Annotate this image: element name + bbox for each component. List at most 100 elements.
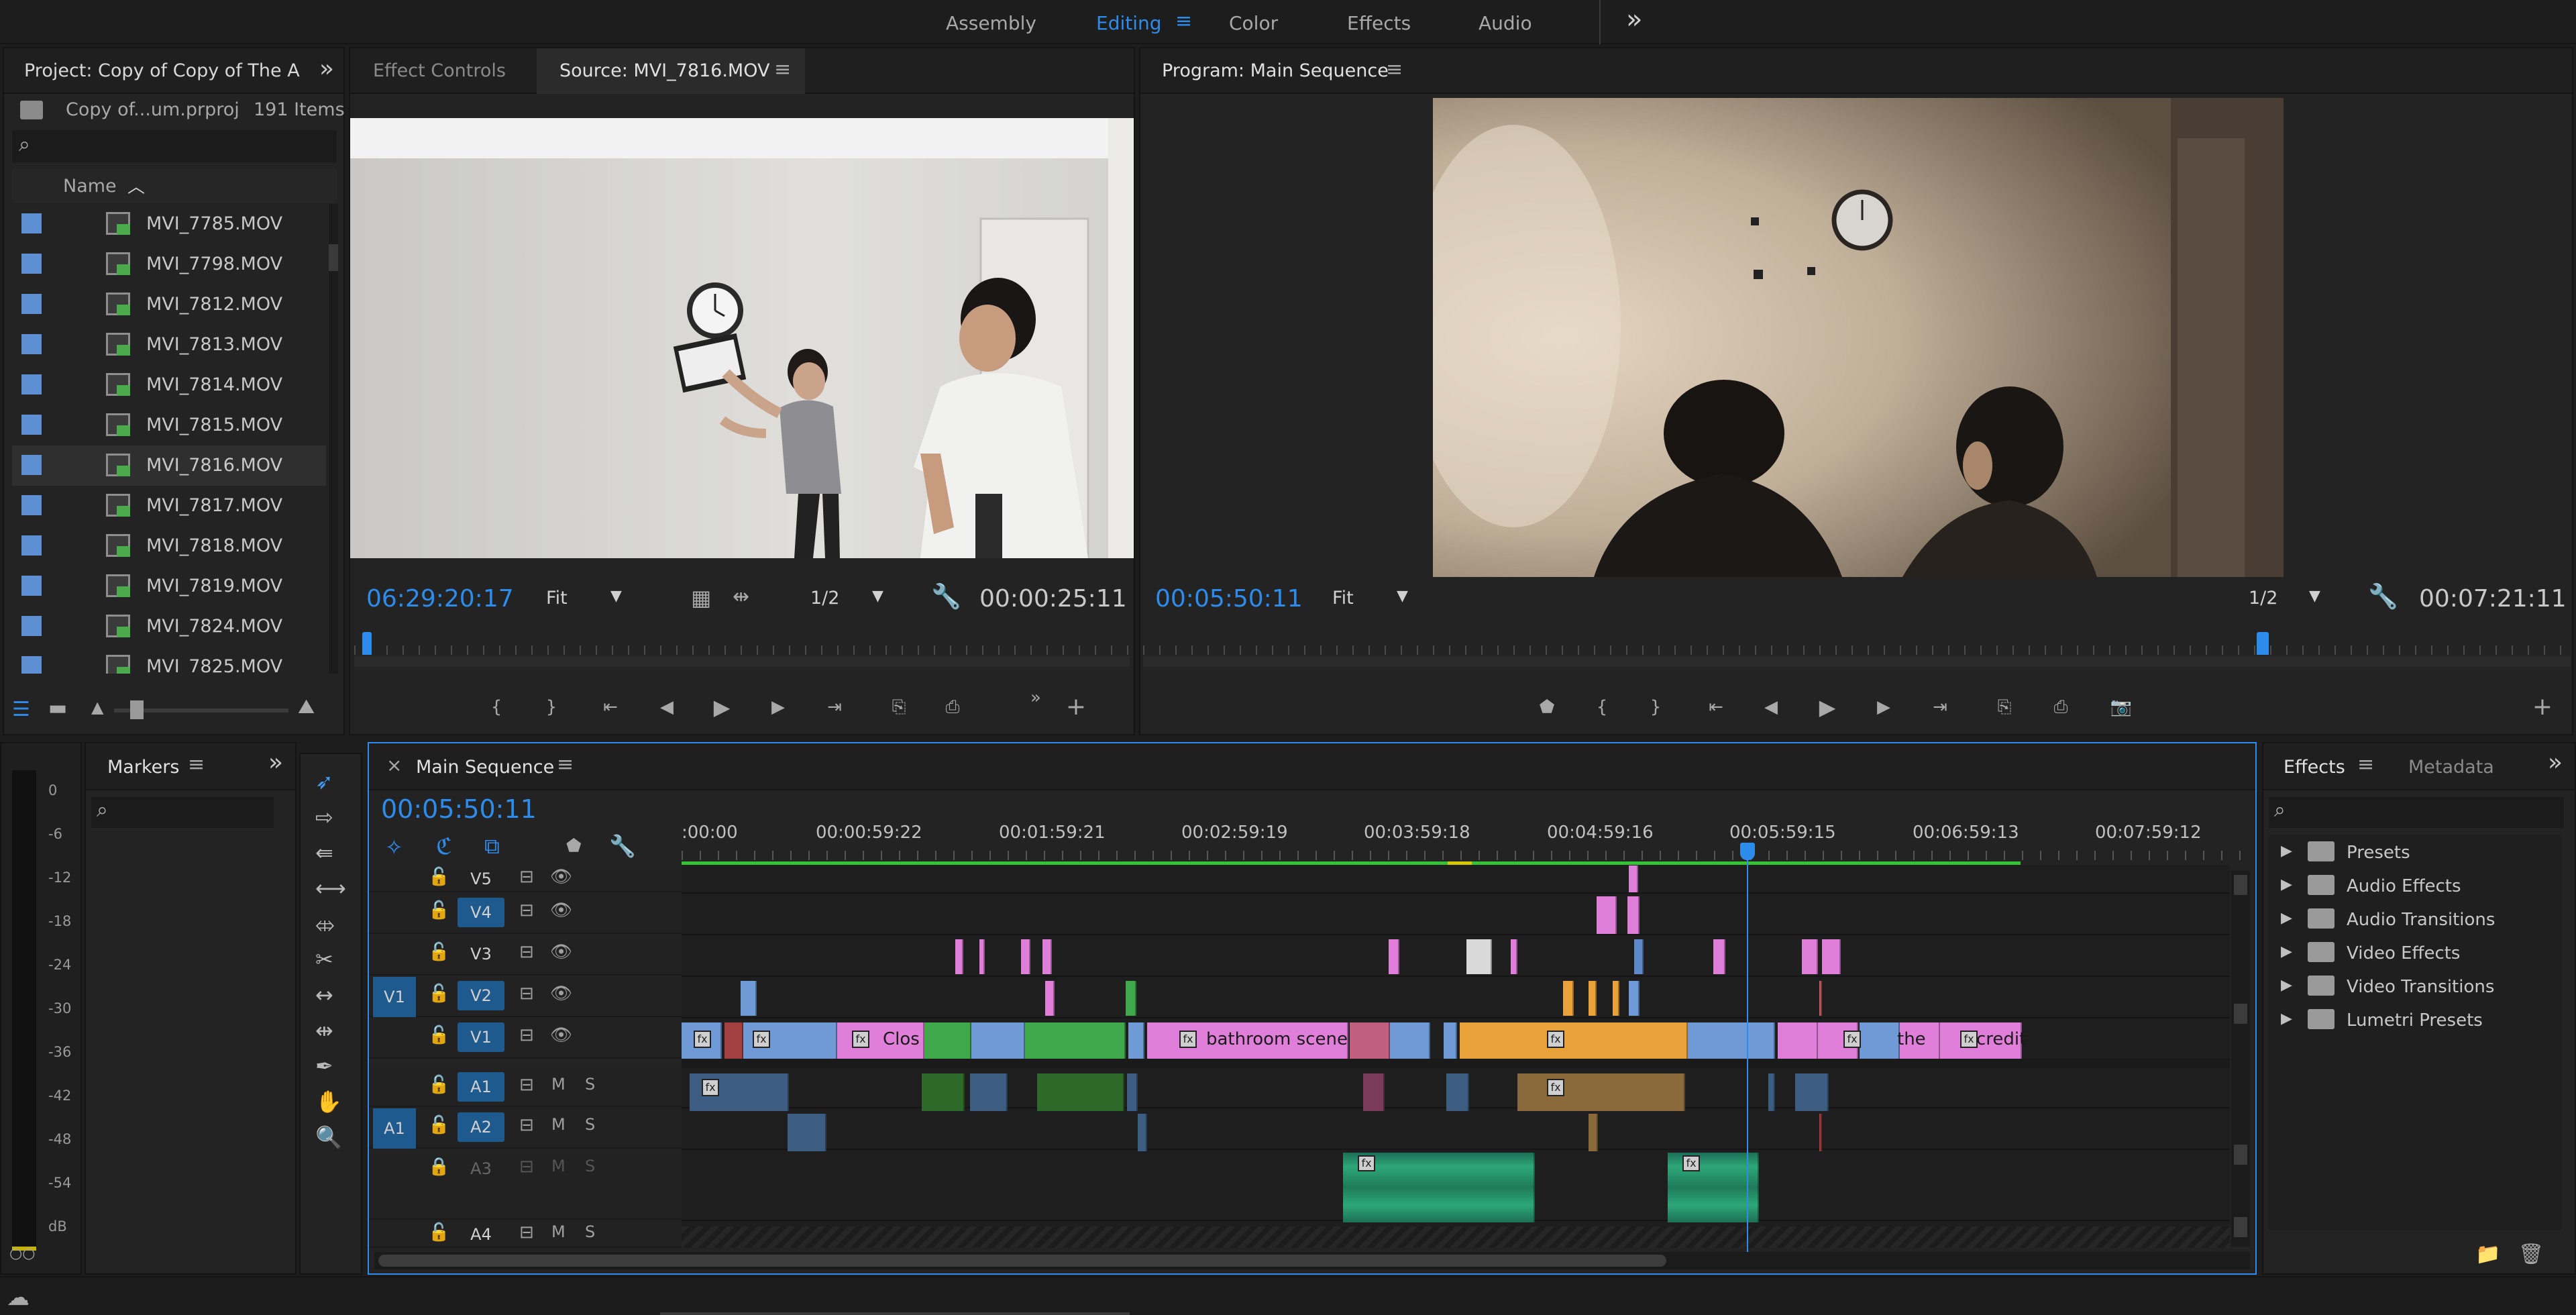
track-select-icon[interactable]: ⇨ (315, 804, 333, 830)
lock-icon[interactable]: 🔒 (428, 1157, 449, 1177)
pen-icon[interactable]: ✒ (315, 1053, 333, 1079)
selection-tool-icon[interactable]: ➶ (315, 769, 333, 794)
tab-effects[interactable]: Effects (2284, 757, 2345, 778)
timeline-clip[interactable] (1444, 1022, 1457, 1059)
workspace-tab-audio[interactable]: Audio (1479, 12, 1532, 34)
timeline-clip[interactable] (924, 1022, 971, 1059)
mark-out-icon[interactable]: } (537, 692, 566, 722)
source-time-ruler[interactable] (354, 632, 1130, 670)
effects-folder-item[interactable]: ▶ Audio Transitions (2269, 902, 2561, 935)
disclosure-triangle-icon[interactable]: ▶ (2281, 943, 2292, 960)
lock-icon[interactable]: 🔓 (428, 1222, 449, 1243)
timeline-clip[interactable] (1713, 939, 1725, 974)
timeline-clip[interactable] (1778, 1022, 1818, 1059)
effects-folder-item[interactable]: ▶ Audio Effects (2269, 868, 2561, 902)
add-button-icon[interactable]: + (1061, 692, 1091, 722)
list-item[interactable]: MVI_7816.MOV (12, 445, 326, 486)
timeline-clip[interactable] (1822, 939, 1841, 974)
close-icon[interactable]: × (386, 754, 402, 776)
rolling-edit-icon[interactable]: ⟷ (315, 876, 346, 901)
source-resolution-dropdown[interactable]: 1/2 ▼ (800, 582, 900, 613)
timeline-playhead-handle[interactable] (1740, 843, 1755, 860)
mute-button[interactable]: M (551, 1157, 566, 1175)
eye-icon[interactable]: 👁 (550, 942, 572, 962)
lock-icon[interactable]: 🔓 (428, 984, 449, 1004)
timeline-clip[interactable] (1589, 981, 1597, 1016)
step-forward-icon[interactable]: ▶︎ (1869, 692, 1898, 722)
lift-icon[interactable]: ⎘ (1990, 692, 2019, 722)
timeline-clip[interactable] (1629, 981, 1640, 1016)
zoom-in-icon[interactable]: ⛰ (298, 695, 315, 719)
timeline-clip[interactable]: fx (1343, 1153, 1535, 1222)
step-back-icon[interactable]: ◀︎ (1756, 692, 1786, 722)
insert-overwrite-icon[interactable]: ⇹ (733, 585, 749, 609)
icon-view-icon[interactable]: ▬ (48, 696, 67, 720)
voiceover-icon[interactable]: ⊟ (519, 1075, 534, 1095)
sequence-tab[interactable]: Main Sequence (416, 757, 554, 778)
go-to-in-icon[interactable]: ⇤ (1701, 692, 1731, 722)
column-header[interactable]: Name ︿ (12, 169, 337, 203)
scrollbar[interactable] (329, 204, 338, 674)
file-name[interactable]: MVI_7816.MOV (146, 455, 282, 476)
sequence-menu-icon[interactable]: ≡ (557, 753, 574, 776)
workspace-tab-color[interactable]: Color (1229, 12, 1278, 34)
panel-more-icon[interactable]: » (268, 749, 283, 776)
file-name[interactable]: MVI_7819.MOV (146, 576, 282, 596)
timeline-clip[interactable] (1688, 1022, 1775, 1059)
program-timecode[interactable]: 00:05:50:11 (1155, 585, 1303, 613)
panel-more-icon[interactable]: » (319, 55, 334, 83)
play-icon[interactable]: ▶ (707, 692, 737, 722)
timeline-clip[interactable] (1466, 939, 1492, 974)
timeline-clip[interactable] (1128, 1022, 1144, 1059)
toggle-sync-icon[interactable]: ⊟ (519, 984, 534, 1004)
panel-more-icon[interactable]: » (2548, 749, 2563, 776)
insert-icon[interactable]: ⎘ (884, 692, 914, 722)
file-name[interactable]: MVI_7818.MOV (146, 535, 282, 556)
new-bin-icon[interactable]: 📁 (2475, 1243, 2500, 1266)
camera-icon[interactable]: 📷 (2106, 692, 2136, 722)
disclosure-triangle-icon[interactable]: ▶ (2281, 977, 2292, 994)
timeline-horizontal-scrollbar[interactable] (374, 1252, 2250, 1269)
list-item[interactable]: MVI_7813.MOV (12, 325, 326, 365)
disclosure-triangle-icon[interactable]: ▶ (2281, 910, 2292, 927)
voiceover-icon[interactable]: ⊟ (519, 1222, 534, 1243)
project-title[interactable]: Project: Copy of Copy of The A (24, 60, 300, 81)
zoom-out-icon[interactable]: ▲ (91, 698, 103, 717)
solo-button[interactable]: S (585, 1157, 595, 1175)
list-item[interactable]: MVI_7785.MOV (12, 204, 326, 244)
workspace-tab-effects[interactable]: Effects (1347, 12, 1411, 34)
voiceover-icon[interactable]: ⊟ (519, 1115, 534, 1135)
hand-icon[interactable]: ✋ (315, 1089, 342, 1114)
tab-source[interactable]: Source: MVI_7816.MOV (559, 60, 769, 81)
list-item[interactable]: MVI_7812.MOV (12, 284, 326, 325)
timeline-clip[interactable] (979, 939, 985, 974)
go-to-out-icon[interactable]: ⇥ (1925, 692, 1955, 722)
timeline-clip[interactable] (955, 939, 963, 974)
timeline-clip[interactable] (1460, 1022, 1688, 1059)
program-title[interactable]: Program: Main Sequence (1162, 60, 1389, 81)
mute-button[interactable]: M (551, 1222, 566, 1241)
file-name[interactable]: MVI_7785.MOV (146, 213, 282, 234)
snap-icon[interactable]: ℭ (436, 833, 452, 860)
overwrite-icon[interactable]: ⎙ (938, 692, 967, 722)
effects-folder-item[interactable]: ▶ Video Effects (2269, 935, 2561, 969)
program-playhead[interactable] (2256, 632, 2269, 655)
list-item[interactable]: MVI_7824.MOV (12, 607, 326, 647)
timeline-clip[interactable] (922, 1073, 965, 1111)
eye-icon[interactable]: 👁 (550, 1025, 572, 1045)
play-icon[interactable]: ▶ (1813, 692, 1842, 722)
go-to-out-icon[interactable]: ⇥ (820, 692, 849, 722)
solo-button[interactable]: S (585, 1075, 595, 1094)
track-target-button[interactable]: A2 (458, 1112, 504, 1142)
extract-icon[interactable]: ⎙ (2046, 692, 2076, 722)
track-target-button[interactable]: V4 (458, 898, 504, 927)
timeline-clip[interactable] (1589, 1114, 1598, 1151)
markers-search-field[interactable]: ⌕ (91, 797, 274, 828)
eye-icon[interactable]: 👁 (550, 984, 572, 1004)
settings-wrench-icon[interactable]: 🔧 (931, 582, 961, 611)
file-name[interactable]: MVI_7817.MOV (146, 495, 282, 516)
markers-title[interactable]: Markers (107, 757, 179, 778)
disclosure-triangle-icon[interactable]: ▶ (2281, 843, 2292, 859)
timeline-clip[interactable] (1613, 981, 1619, 1016)
lock-icon[interactable]: 🔓 (428, 900, 449, 920)
